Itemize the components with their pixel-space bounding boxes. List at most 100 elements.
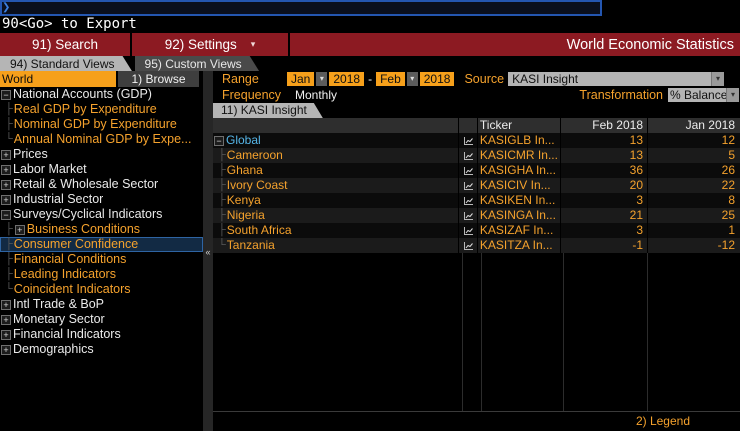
mini-chart-icon[interactable] — [459, 178, 477, 193]
row-name-cell[interactable]: −Global — [213, 133, 458, 148]
ticker-cell[interactable]: KASIKEN In... — [478, 193, 560, 208]
browse-button[interactable]: 1) Browse — [118, 71, 199, 87]
sidebar-item-demographics[interactable]: +Demographics — [0, 342, 203, 357]
settings-menu-button[interactable]: 92) Settings ▾ — [132, 33, 290, 56]
range-end-month-select[interactable]: Feb — [376, 72, 405, 86]
expand-icon[interactable]: + — [1, 195, 11, 205]
transformation-select[interactable]: % Balance/Diffusion ▾ — [668, 88, 739, 102]
collapse-icon[interactable]: − — [1, 210, 11, 220]
mini-chart-icon[interactable] — [459, 133, 477, 148]
jan-2018-value: 12 — [648, 133, 740, 148]
ticker-cell[interactable]: KASINGA In... — [478, 208, 560, 223]
sidebar-item-surveys-cyclical-indicators[interactable]: −Surveys/Cyclical Indicators — [0, 207, 203, 222]
row-name-cell[interactable]: ├Cameroon — [213, 148, 458, 163]
sidebar-item-leading-indicators[interactable]: ├Leading Indicators — [0, 267, 203, 282]
sidebar-item-intl-trade-bop[interactable]: +Intl Trade & BoP — [0, 297, 203, 312]
chevron-down-icon[interactable]: ▾ — [726, 88, 739, 102]
row-name-cell[interactable]: ├Ghana — [213, 163, 458, 178]
expand-icon[interactable]: + — [1, 300, 11, 310]
table-row-global[interactable]: −GlobalKASIGLB In...1312 — [213, 133, 740, 148]
mini-chart-icon[interactable] — [459, 223, 477, 238]
table-row-ivory-coast[interactable]: ├Ivory CoastKASICIV In...2022 — [213, 178, 740, 193]
range-start-month-select[interactable]: Jan — [287, 72, 314, 86]
table-row-cameroon[interactable]: ├CameroonKASICMR In...135 — [213, 148, 740, 163]
region-selector[interactable]: World — [0, 71, 116, 87]
sidebar-item-retail-wholesale-sector[interactable]: +Retail & Wholesale Sector — [0, 177, 203, 192]
sidebar-item-industrial-sector[interactable]: +Industrial Sector — [0, 192, 203, 207]
sidebar-item-annual-nominal-gdp-by-expe-[interactable]: └Annual Nominal GDP by Expe... — [0, 132, 203, 147]
row-name-cell[interactable]: ├Ivory Coast — [213, 178, 458, 193]
sidebar-item-business-conditions[interactable]: ├+Business Conditions — [0, 222, 203, 237]
grid-line — [647, 253, 648, 411]
sidebar-item-labor-market[interactable]: +Labor Market — [0, 162, 203, 177]
feb-2018-value: 13 — [561, 148, 647, 163]
table-row-south-africa[interactable]: ├South AfricaKASIZAF In...31 — [213, 223, 740, 238]
tab-custom-views[interactable]: 95) Custom Views — [135, 56, 260, 72]
tree-branch-icon: ├ — [218, 148, 226, 163]
ticker-cell[interactable]: KASIGHA In... — [478, 163, 560, 178]
sidebar-item-financial-indicators[interactable]: +Financial Indicators — [0, 327, 203, 342]
expand-icon[interactable]: + — [1, 180, 11, 190]
header-ticker: Ticker — [478, 118, 560, 133]
mini-chart-icon[interactable] — [459, 208, 477, 223]
command-input[interactable]: ❯ — [0, 0, 602, 16]
sidebar-item-coincident-indicators[interactable]: └Coincident Indicators — [0, 282, 203, 297]
table-row-nigeria[interactable]: ├NigeriaKASINGA In...2125 — [213, 208, 740, 223]
range-end-year-select[interactable]: 2018 — [420, 72, 455, 86]
sidebar-item-label: Retail & Wholesale Sector — [13, 177, 158, 192]
search-menu-button[interactable]: 91) Search — [0, 33, 132, 56]
ticker-cell[interactable]: KASIZAF In... — [478, 223, 560, 238]
sidebar-divider[interactable]: « — [203, 71, 213, 431]
expand-icon[interactable]: + — [1, 330, 11, 340]
row-name-cell[interactable]: ├Kenya — [213, 193, 458, 208]
collapse-icon[interactable]: − — [214, 136, 224, 146]
frequency-value[interactable]: Monthly — [295, 88, 337, 102]
chevron-down-icon[interactable]: ▾ — [316, 72, 327, 86]
collapse-sidebar-icon[interactable]: « — [203, 247, 213, 257]
sidebar-item-national-accounts-gdp-[interactable]: −National Accounts (GDP) — [0, 87, 203, 102]
sidebar-item-financial-conditions[interactable]: ├Financial Conditions — [0, 252, 203, 267]
mini-chart-icon[interactable] — [459, 163, 477, 178]
expand-icon[interactable]: + — [1, 315, 11, 325]
ticker-cell[interactable]: KASICIV In... — [478, 178, 560, 193]
expand-icon[interactable]: + — [1, 150, 11, 160]
expand-icon[interactable]: + — [15, 225, 25, 235]
table-row-kenya[interactable]: ├KenyaKASIKEN In...38 — [213, 193, 740, 208]
tree-branch-icon: ├ — [218, 223, 226, 238]
sidebar-item-consumer-confidence[interactable]: ├Consumer Confidence — [0, 237, 203, 252]
range-separator: - — [368, 72, 372, 86]
expand-icon[interactable]: + — [1, 345, 11, 355]
ticker-cell[interactable]: KASIGLB In... — [478, 133, 560, 148]
row-name-cell[interactable]: └Tanzania — [213, 238, 458, 253]
expand-icon[interactable]: + — [1, 165, 11, 175]
collapse-icon[interactable]: − — [1, 90, 11, 100]
menu-bar: 91) Search 92) Settings ▾ World Economic… — [0, 33, 740, 56]
sidebar-item-monetary-sector[interactable]: +Monetary Sector — [0, 312, 203, 327]
range-start-year-select[interactable]: 2018 — [329, 72, 364, 86]
row-name-cell[interactable]: ├Nigeria — [213, 208, 458, 223]
sidebar-item-nominal-gdp-by-expenditure[interactable]: ├Nominal GDP by Expenditure — [0, 117, 203, 132]
header-jan-2018: Jan 2018 — [648, 118, 740, 133]
tree-branch-icon: ├ — [218, 178, 226, 193]
ticker-cell[interactable]: KASITZA In... — [478, 238, 560, 253]
source-value: KASI Insight — [508, 72, 711, 86]
legend-button[interactable]: 2) Legend — [213, 412, 740, 431]
table-row-tanzania[interactable]: └TanzaniaKASITZA In...-1-12 — [213, 238, 740, 253]
table-row-ghana[interactable]: ├GhanaKASIGHA In...3626 — [213, 163, 740, 178]
chevron-down-icon[interactable]: ▾ — [711, 72, 724, 86]
page-title: World Economic Statistics — [290, 37, 740, 53]
row-name-cell[interactable]: ├South Africa — [213, 223, 458, 238]
tab-standard-views[interactable]: 94) Standard Views — [0, 56, 133, 72]
sidebar-item-label: Demographics — [13, 342, 94, 357]
app-window: ❯ 90<Go> to Export 91) Search 92) Settin… — [0, 0, 740, 431]
ticker-cell[interactable]: KASICMR In... — [478, 148, 560, 163]
sidebar-item-prices[interactable]: +Prices — [0, 147, 203, 162]
source-select[interactable]: KASI Insight ▾ — [508, 72, 724, 86]
mini-chart-icon[interactable] — [459, 148, 477, 163]
mini-chart-icon[interactable] — [459, 238, 477, 253]
tab-kasi-insight[interactable]: 11) KASI Insight — [213, 103, 323, 118]
sidebar-item-label: Surveys/Cyclical Indicators — [13, 207, 162, 222]
sidebar-item-real-gdp-by-expenditure[interactable]: ├Real GDP by Expenditure — [0, 102, 203, 117]
chevron-down-icon[interactable]: ▾ — [407, 72, 418, 86]
mini-chart-icon[interactable] — [459, 193, 477, 208]
